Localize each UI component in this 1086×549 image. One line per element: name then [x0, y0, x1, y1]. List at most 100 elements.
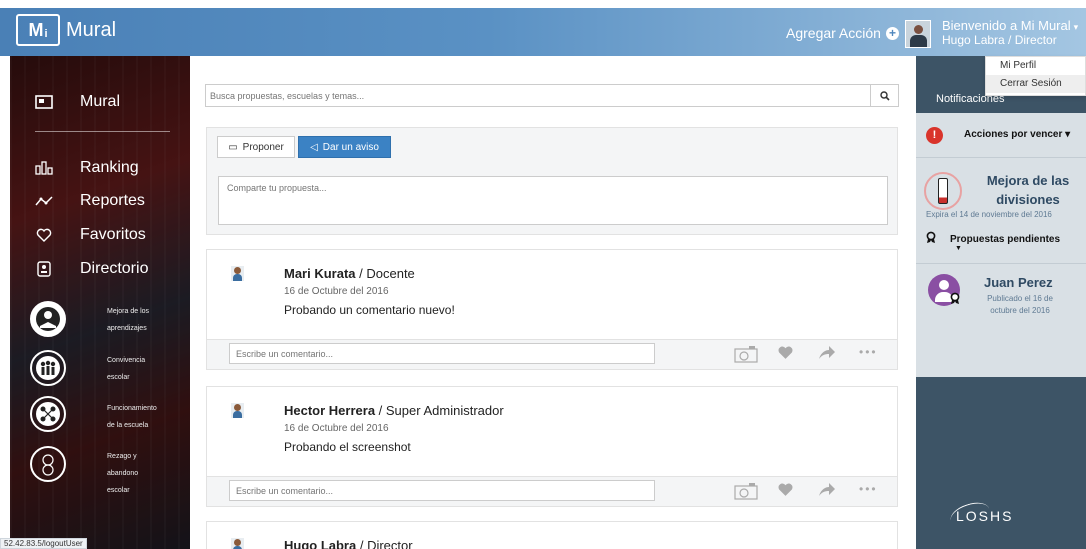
- sidebar-divider: [35, 131, 170, 132]
- user-role-text: Hugo Labra / Director: [942, 33, 1057, 47]
- notification-user-name[interactable]: Juan Perez: [984, 275, 1053, 290]
- post-author: Hector Herrera / Super Administrador: [284, 403, 504, 418]
- topic-label[interactable]: Convivencia escolar: [107, 352, 145, 386]
- brand-logo: LOSHS: [956, 508, 1014, 524]
- post-card: Mari Kurata / Docente 16 de Octubre del …: [206, 249, 898, 370]
- post-footer: •••: [207, 476, 897, 506]
- author-role: / Super Administrador: [375, 403, 504, 418]
- post-text: Probando el screenshot: [284, 440, 411, 454]
- line-chart-icon: [35, 193, 53, 209]
- contact-book-icon: [35, 261, 53, 277]
- topic-operation-icon[interactable]: [30, 396, 66, 432]
- sidebar-item-directorio[interactable]: Directorio: [35, 260, 148, 278]
- board-icon: [35, 94, 53, 110]
- proposal-textarea[interactable]: [218, 176, 888, 225]
- propose-button[interactable]: ▭ Proponer: [217, 136, 295, 158]
- add-action-button[interactable]: Agregar Acción +: [786, 25, 899, 41]
- sidebar-item-label: Mural: [80, 93, 121, 110]
- sidebar-item-label: Directorio: [80, 260, 149, 277]
- award-badge-icon: [950, 292, 960, 308]
- more-icon[interactable]: •••: [859, 482, 878, 496]
- topic-label[interactable]: Funcionamiento de la escuela: [107, 400, 157, 434]
- notifications-body: ! Acciones por vencer ▾ Mejora de las di…: [916, 113, 1086, 377]
- topic-label[interactable]: Rezago y abandono escolar: [107, 448, 138, 499]
- goal-title[interactable]: Mejora de las divisiones: [976, 171, 1080, 209]
- caret-down-icon: ▾: [1073, 22, 1079, 32]
- avatar[interactable]: [231, 538, 244, 549]
- divider: [916, 157, 1086, 158]
- notice-button[interactable]: ◁ Dar un aviso: [298, 136, 391, 158]
- author-name[interactable]: Hector Herrera: [284, 403, 375, 418]
- search-bar: [205, 84, 899, 107]
- heart-icon[interactable]: [777, 482, 794, 501]
- sidebar-item-reportes[interactable]: Reportes: [35, 192, 145, 210]
- post-card: Hector Herrera / Super Administrador 16 …: [206, 386, 898, 507]
- author-name[interactable]: Mari Kurata: [284, 266, 356, 281]
- comment-input[interactable]: [229, 343, 655, 364]
- logo-text: Mural: [66, 18, 117, 41]
- topic-dropout-icon[interactable]: [30, 446, 66, 482]
- due-actions-toggle[interactable]: Acciones por vencer ▾: [964, 129, 1070, 140]
- comment-input[interactable]: [229, 480, 655, 501]
- menu-item-profile[interactable]: Mi Perfil: [986, 57, 1085, 75]
- add-action-label: Agregar Acción: [786, 25, 881, 41]
- topic-label[interactable]: Mejora de los aprendizajes: [107, 303, 149, 337]
- sidebar-item-favoritos[interactable]: Favoritos: [35, 226, 146, 244]
- avatar[interactable]: [928, 274, 960, 306]
- post-text: Probando un comentario nuevo!: [284, 303, 455, 317]
- post-date: 16 de Octubre del 2016: [284, 286, 389, 297]
- award-ribbon-icon: [926, 231, 936, 247]
- notifications-panel: Notificaciones ! Acciones por vencer ▾ M…: [916, 56, 1086, 549]
- author-name[interactable]: Hugo Labra: [284, 538, 356, 549]
- caret-down-icon[interactable]: ▼: [955, 245, 962, 252]
- edit-card-icon: ▭: [228, 141, 238, 153]
- divider: [916, 263, 1086, 264]
- more-icon[interactable]: •••: [859, 345, 878, 359]
- top-header: Mi Mural Agregar Acción + Bienvenido a M…: [0, 8, 1086, 56]
- post-card: Hugo Labra / Director: [206, 521, 898, 549]
- welcome-text: Bienvenido a Mi Mural: [942, 18, 1071, 33]
- post-author: Hugo Labra / Director: [284, 538, 413, 549]
- search-icon: [879, 90, 890, 101]
- browser-status-url: 52.42.83.5/logoutUser: [0, 538, 87, 549]
- alert-icon: !: [926, 127, 943, 144]
- sidebar: Mural Ranking Reportes Favoritos Directo…: [10, 56, 190, 549]
- camera-icon[interactable]: [734, 482, 758, 504]
- logo-mark: Mi: [16, 14, 60, 46]
- goal-progress-icon: [924, 172, 962, 210]
- post-author: Mari Kurata / Docente: [284, 266, 415, 281]
- pending-proposals-toggle[interactable]: Propuestas pendientes: [926, 231, 1060, 247]
- post-footer: •••: [207, 339, 897, 369]
- avatar[interactable]: [231, 266, 244, 281]
- compose-panel: ▭ Proponer ◁ Dar un aviso: [206, 127, 898, 235]
- sidebar-item-label: Favoritos: [80, 226, 146, 243]
- sidebar-item-mural[interactable]: Mural: [35, 93, 120, 111]
- heart-icon: [35, 227, 53, 243]
- topic-learning-icon[interactable]: [30, 301, 66, 337]
- megaphone-icon: ◁: [310, 141, 318, 153]
- caret-down-icon: ▾: [1065, 129, 1071, 140]
- menu-item-logout[interactable]: Cerrar Sesión: [986, 75, 1085, 93]
- search-button[interactable]: [870, 85, 898, 106]
- sidebar-item-label: Ranking: [80, 159, 139, 176]
- avatar[interactable]: [231, 403, 244, 418]
- user-menu-toggle[interactable]: Bienvenido a Mi Mural ▾ Hugo Labra / Dire…: [942, 18, 1078, 47]
- plus-circle-icon: +: [885, 26, 899, 40]
- user-avatar[interactable]: [905, 20, 931, 48]
- heart-icon[interactable]: [777, 345, 794, 364]
- author-role: / Docente: [355, 266, 415, 281]
- sidebar-item-label: Reportes: [80, 192, 145, 209]
- author-role: / Director: [356, 538, 413, 549]
- post-date: 16 de Octubre del 2016: [284, 423, 389, 434]
- notification-published: Publicado el 16 de octubre del 2016: [987, 294, 1053, 315]
- bar-chart-icon: [35, 160, 53, 176]
- sidebar-item-ranking[interactable]: Ranking: [35, 159, 139, 177]
- goal-expiry: Expira el 14 de noviembre del 2016: [926, 210, 1052, 219]
- camera-icon[interactable]: [734, 345, 758, 367]
- topic-coexistence-icon[interactable]: [30, 350, 66, 386]
- mural-logo[interactable]: Mi Mural: [16, 14, 116, 46]
- user-dropdown-menu: Mi Perfil Cerrar Sesión: [985, 56, 1086, 96]
- share-arrow-icon[interactable]: [818, 345, 836, 364]
- share-arrow-icon[interactable]: [818, 482, 836, 501]
- search-input[interactable]: [206, 85, 866, 106]
